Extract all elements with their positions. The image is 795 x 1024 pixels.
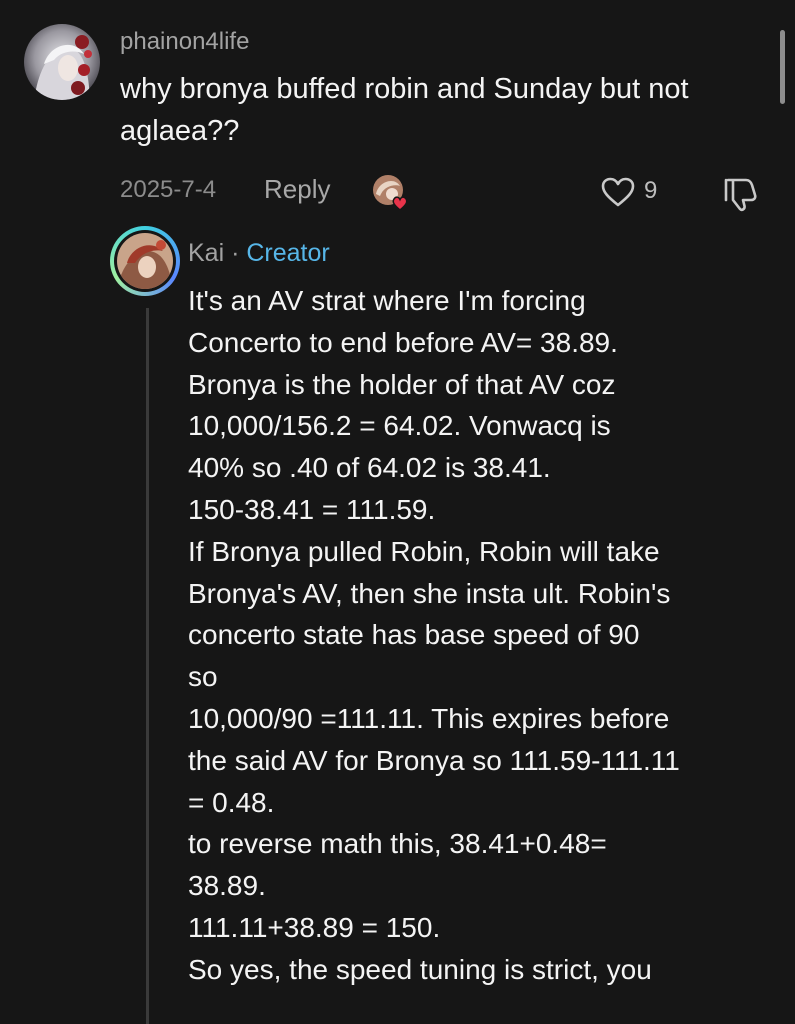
reply-line: concerto state has base speed of 90 [188,619,640,651]
heart-outline-icon[interactable] [600,176,636,208]
reply-line: Concerto to end before AV= 38.89. [188,326,618,358]
creator-badge: Creator [246,239,330,267]
reply-line: the said AV for Bronya so 111.59-111.11 [188,744,680,776]
reply-line: 40% so .40 of 64.02 is 38.41. [188,452,551,484]
reply-line: So yes, the speed tuning is strict, you [188,953,652,985]
scrollbar[interactable] [780,30,785,104]
reply-line: so [188,661,218,693]
thread-line [146,308,149,1024]
heart-badge-icon [392,196,408,211]
comment-actions: 2025-7-4 Reply 9 [0,172,795,212]
reply-author[interactable]: Kai [188,239,224,267]
creator-liked-badge [372,174,408,211]
comment-date: 2025-7-4 [120,176,217,203]
reply-line: 10,000/156.2 = 64.02. Vonwacq is [188,410,611,442]
creator-avatar[interactable] [110,226,180,296]
reply-button[interactable]: Reply [264,174,330,205]
reply-line: 150-38.41 = 111.59. [188,493,436,525]
reply-line: 10,000/90 =111.11. This expires before [188,702,670,734]
reply-line: Bronya's AV, then she insta ult. Robin's [188,577,671,609]
comment-text: why bronya buffed robin and Sunday but n… [120,73,689,147]
reply-header: Kai · Creator [188,238,330,268]
reply-line: It's an AV strat where I'm forcing [188,285,586,316]
comments-page: phainon4life why bronya buffed robin and… [0,0,795,1024]
commenter-username[interactable]: phainon4life [120,28,249,56]
separator-dot: · [231,239,240,267]
reply-line: = 0.48. [188,786,275,818]
reply-line: 111.11+38.89 = 150. [188,911,441,943]
reply-line: to reverse math this, 38.41+0.48= [188,828,607,860]
thumbs-down-outline-icon[interactable] [722,176,760,212]
reply-text: It's an AV strat where I'm forcing Conce… [188,280,778,991]
commenter-avatar[interactable] [24,24,100,100]
reply-line: 38.89. [188,870,266,902]
reply-line: Bronya is the holder of that AV coz [188,368,616,400]
like-count: 9 [644,177,658,204]
reply-line: If Bronya pulled Robin, Robin will take [188,535,660,567]
